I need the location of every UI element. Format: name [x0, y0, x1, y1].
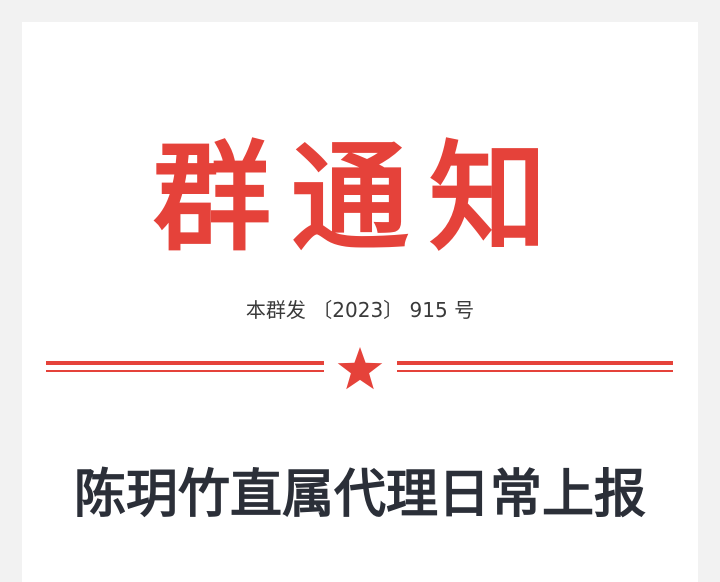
document-number: 本群发 〔2023〕 915 号	[245, 298, 475, 322]
right-divider-thick-line	[397, 361, 673, 365]
right-divider-rule	[397, 361, 673, 375]
notice-headline: 群通知	[152, 128, 567, 267]
left-divider-thin-line	[46, 370, 324, 372]
star-icon	[337, 347, 383, 390]
document-title: 陈玥竹直属代理日常上报	[73, 465, 646, 525]
left-divider-thick-line	[46, 361, 324, 365]
right-divider-thin-line	[397, 370, 673, 372]
left-divider-rule	[46, 361, 324, 375]
